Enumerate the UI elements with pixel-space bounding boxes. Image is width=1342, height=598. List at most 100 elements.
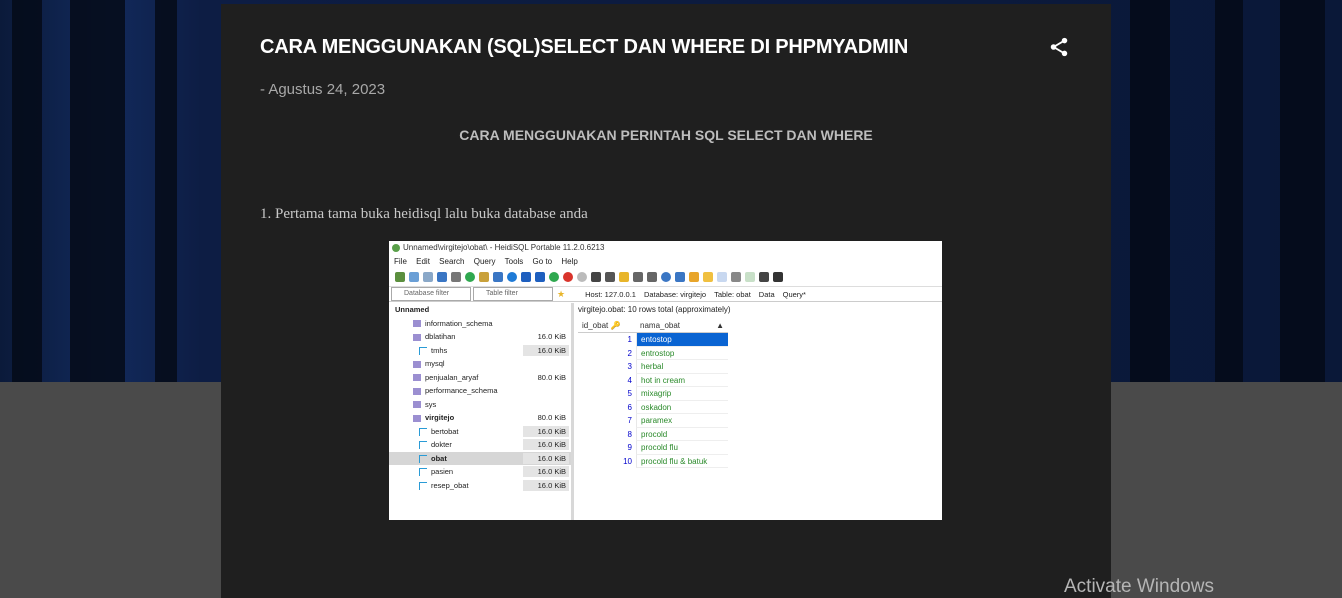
post-title[interactable]: CARA MENGGUNAKAN (SQL)SELECT DAN WHERE D…	[260, 36, 908, 59]
tree-item-db: performance_schema	[389, 384, 571, 398]
menu-tools: Tools	[504, 257, 524, 266]
table-icon	[419, 454, 427, 463]
cell-nama: herbal	[636, 360, 728, 374]
tree-item-table: resep_obat 16.0 KiB	[389, 479, 571, 493]
cell-id: 4	[627, 375, 632, 385]
tree-label: dblatihan	[413, 330, 455, 344]
col-header-nama: nama_obat ▲	[636, 319, 728, 332]
tree-label-text: resep_obat	[431, 480, 469, 490]
tree-item-table: tmhs 16.0 KiB	[389, 344, 571, 358]
tree-size: 80.0 KiB	[537, 413, 566, 422]
tree-label-text: pasien	[431, 467, 454, 476]
tree-label: pasien	[419, 465, 453, 479]
toolbar-icon	[535, 272, 545, 282]
toolbar-icon	[577, 272, 587, 282]
database-icon	[413, 320, 421, 328]
toolbar	[389, 268, 942, 287]
tree-item-db: penjualan_aryaf 80.0 KiB	[389, 371, 571, 385]
post-paragraph: 1. Pertama tama buka heidisql lalu buka …	[260, 206, 588, 222]
toolbar-icon	[437, 272, 447, 282]
tree-size: 16.0 KiB	[523, 466, 569, 477]
table-icon	[419, 481, 427, 490]
table-icon	[419, 427, 427, 436]
cell-nama: entrostop	[636, 346, 728, 360]
tree-label-text: sys	[425, 399, 437, 409]
toolbar-icon	[423, 272, 433, 282]
col-header-text: nama_obat	[640, 321, 681, 330]
tree-label: resep_obat	[419, 479, 469, 493]
star-icon: ★	[557, 288, 566, 299]
tree-size: 16.0 KiB	[523, 479, 569, 491]
tree-size: 16.0 KiB	[523, 452, 569, 464]
tree-label: mysql	[413, 357, 445, 371]
tree-silhouette	[1130, 0, 1170, 382]
cell-nama: hot in cream	[636, 373, 728, 387]
toolbar-icon	[409, 272, 419, 282]
cell-id: 8	[627, 429, 632, 439]
cell-nama: mixagrip	[636, 387, 728, 401]
filter-and-tabs-row: Database filter Table filter ★ Host: 127…	[389, 287, 942, 302]
toolbar-icon	[591, 272, 601, 282]
menu-edit: Edit	[416, 257, 430, 266]
tree-item-table-selected: obat 16.0 KiB	[389, 451, 571, 466]
toolbar-icon	[479, 272, 489, 282]
toolbar-icon	[465, 272, 475, 282]
database-icon	[413, 333, 421, 341]
tree-label-text: dokter	[431, 440, 452, 449]
tree-item-root: Unnamed	[389, 303, 571, 317]
toolbar-icon	[647, 272, 657, 282]
grid-caption: virgitejo.obat: 10 rows total (approxima…	[578, 305, 731, 314]
table-icon	[419, 346, 427, 355]
tree-label-text: bertobat	[431, 426, 459, 436]
toolbar-icon	[703, 272, 713, 282]
tree-item-table: dokter 16.0 KiB	[389, 438, 571, 452]
toolbar-icon	[633, 272, 643, 282]
activate-windows-watermark: Activate Windows	[1064, 576, 1214, 597]
cell-nama: procold flu & batuk	[636, 454, 728, 468]
col-header-id: id_obat 🔑	[578, 319, 636, 332]
toolbar-icon	[549, 272, 559, 282]
toolbar-icon	[745, 272, 755, 282]
tree-label: obat	[419, 452, 447, 466]
cell-id: 3	[627, 362, 632, 371]
tree-item-db: virgitejo 80.0 KiB	[389, 411, 571, 425]
toolbar-icon	[395, 272, 405, 282]
tree-label: Unnamed	[395, 305, 430, 314]
tree-label: bertobat	[419, 425, 459, 439]
table-filter: Table filter	[473, 287, 553, 301]
toolbar-icon	[521, 272, 531, 282]
toolbar-icon	[675, 272, 685, 282]
blog-post: CARA MENGGUNAKAN (SQL)SELECT DAN WHERE D…	[221, 4, 1111, 598]
post-date[interactable]: - Agustus 24, 2023	[260, 81, 385, 98]
tree-label-text: penjualan_aryaf	[425, 372, 479, 382]
tree-label: performance_schema	[413, 384, 498, 398]
tab-strip: Host: 127.0.0.1 Database: virgitejo Tabl…	[585, 290, 806, 299]
grid-header: id_obat 🔑 nama_obat ▲	[578, 319, 728, 333]
tree-label-text: virgitejo	[425, 413, 455, 422]
col-header-text: id_obat	[582, 321, 609, 330]
cell-nama: entostop	[636, 333, 728, 347]
menu-goto: Go to	[532, 257, 553, 266]
table-row: 6 oskadon	[578, 400, 728, 414]
tab-database: Database: virgitejo	[643, 289, 707, 299]
toolbar-icon	[563, 272, 573, 282]
cell-nama: procold flu	[636, 441, 728, 455]
tree-silhouette	[70, 0, 125, 382]
cell-id: 2	[627, 348, 632, 358]
toolbar-icon	[773, 272, 783, 282]
table-row: 4 hot in cream	[578, 373, 728, 387]
toolbar-icon	[507, 272, 517, 282]
table-row: 1 entostop	[578, 333, 728, 347]
cell-id: 10	[623, 456, 632, 466]
database-icon	[413, 387, 421, 395]
tab-data: Data	[758, 289, 775, 299]
database-tree: Unnamed information_schema dblatihan 16.0…	[389, 303, 574, 520]
table-row: 8 procold	[578, 427, 728, 441]
share-icon[interactable]	[1048, 36, 1070, 58]
toolbar-icon	[731, 272, 741, 282]
table-row: 9 procold flu	[578, 441, 728, 455]
tree-item-db: information_schema	[389, 317, 571, 331]
toolbar-icon	[661, 272, 671, 282]
post-subtitle: CARA MENGGUNAKAN PERINTAH SQL SELECT DAN…	[459, 127, 873, 143]
tree-label-text: performance_schema	[425, 386, 498, 395]
